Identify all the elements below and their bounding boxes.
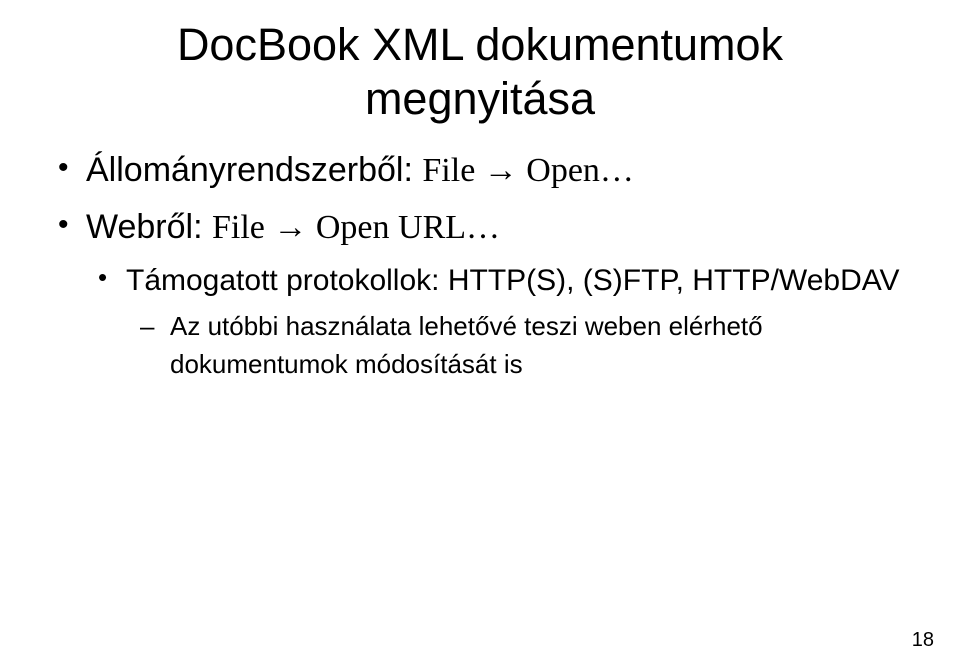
slide-content: Állományrendszerből: File → Open… Webről… xyxy=(48,146,912,383)
bullet-text: Az utóbbi használata lehetővé teszi webe… xyxy=(170,311,763,379)
page-number: 18 xyxy=(912,629,934,652)
bullet-text-serif: File → Open URL… xyxy=(212,209,500,246)
list-item: Támogatott protokollok: HTTP(S), (S)FTP,… xyxy=(86,259,912,384)
slide-title: DocBook XML dokumentumok megnyitása xyxy=(48,18,912,126)
list-item: Állományrendszerből: File → Open… xyxy=(48,146,912,195)
title-line-2: megnyitása xyxy=(365,73,595,124)
list-item: Webről: File → Open URL… Támogatott prot… xyxy=(48,203,912,383)
bullet-list-level2: Támogatott protokollok: HTTP(S), (S)FTP,… xyxy=(86,259,912,384)
bullet-text-serif: File → Open… xyxy=(422,152,634,189)
list-item: Az utóbbi használata lehetővé teszi webe… xyxy=(126,308,912,383)
bullet-list-level3: Az utóbbi használata lehetővé teszi webe… xyxy=(126,308,912,383)
bullet-list-level1: Állományrendszerből: File → Open… Webről… xyxy=(48,146,912,383)
bullet-text-prefix: Webről: xyxy=(86,208,212,246)
bullet-text: Támogatott protokollok: HTTP(S), (S)FTP,… xyxy=(126,264,900,297)
title-line-1: DocBook XML dokumentumok xyxy=(177,19,783,70)
bullet-text-prefix: Állományrendszerből: xyxy=(86,151,422,189)
